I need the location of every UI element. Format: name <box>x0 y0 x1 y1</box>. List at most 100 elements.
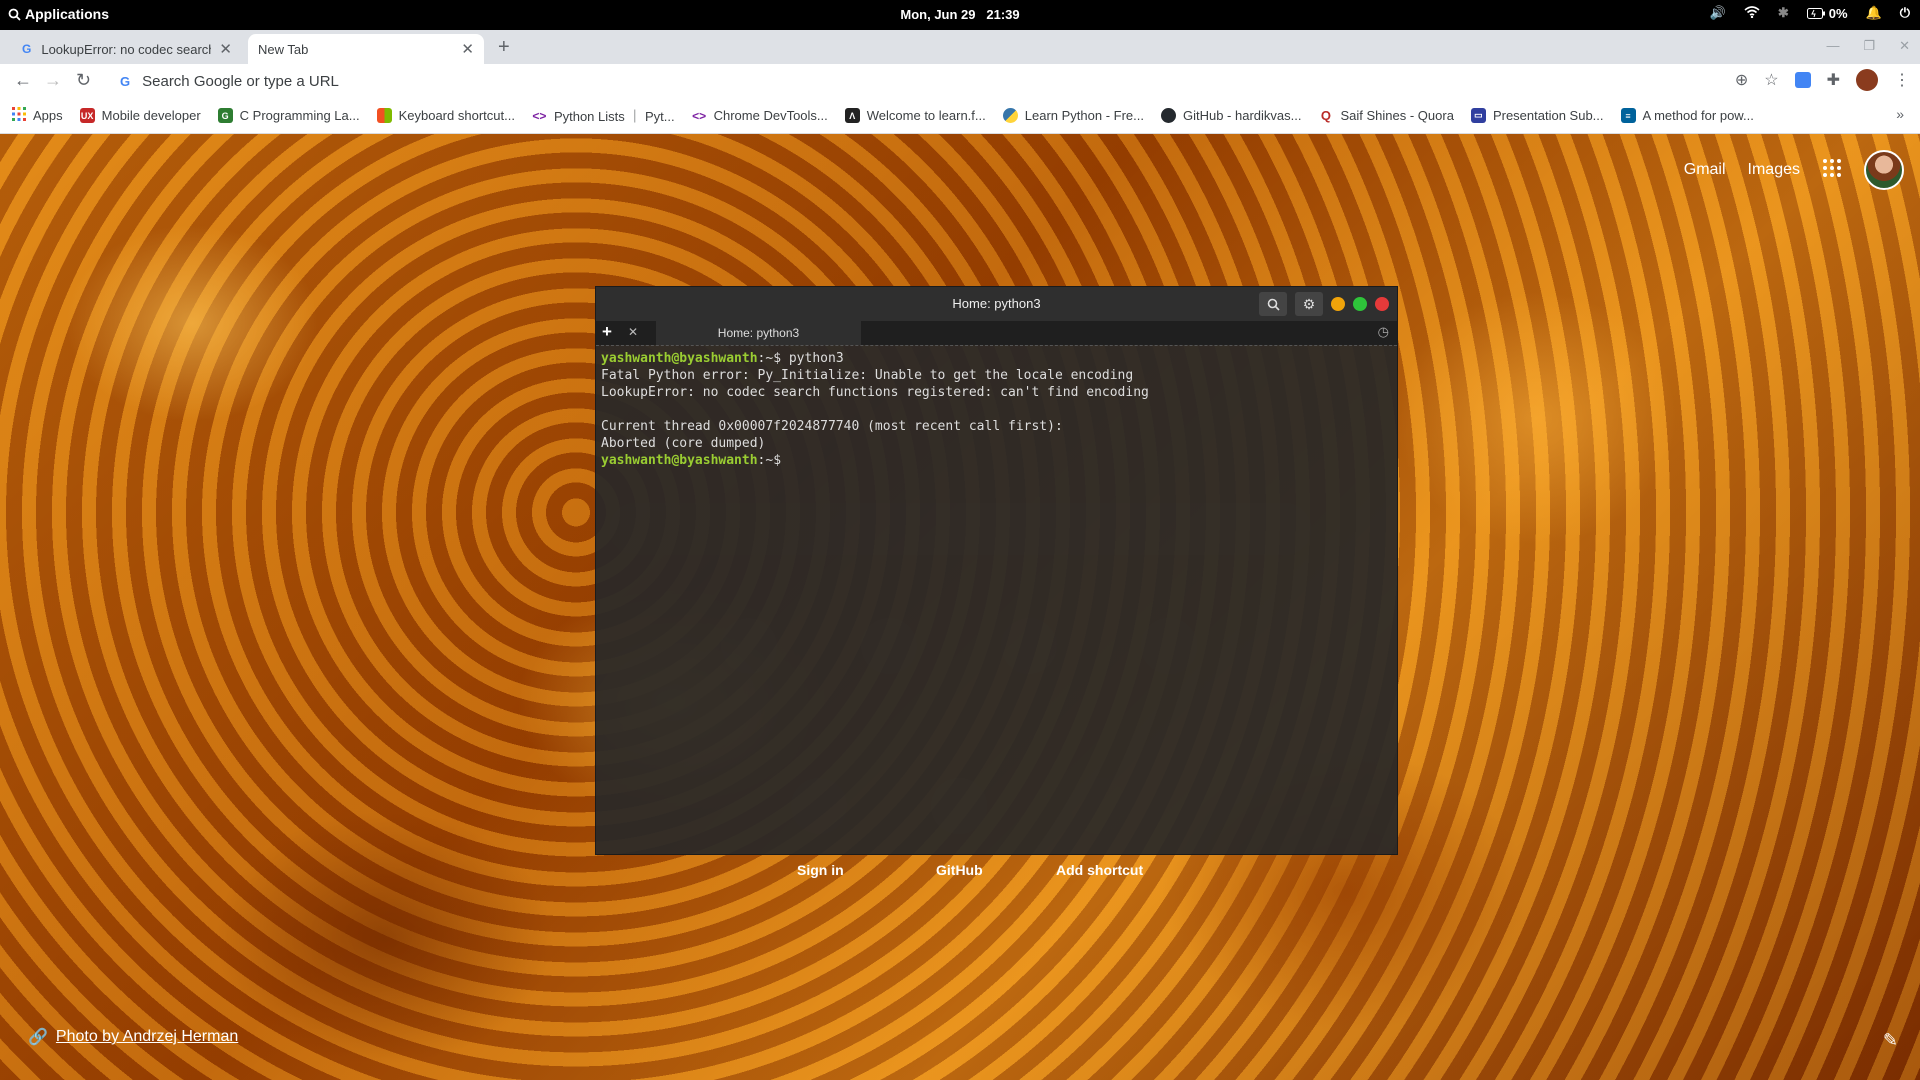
bookmark-chrome-devtools[interactable]: <> Chrome DevTools... <box>692 108 828 123</box>
bookmark-python-lists[interactable]: <> Python Lists ｜ Pyt... <box>532 106 675 125</box>
restore-icon[interactable]: ❐ <box>1863 38 1875 54</box>
terminal-output[interactable]: yashwanth@byashwanth:~$ python3 Fatal Py… <box>596 345 1397 473</box>
bookmark-c-programming[interactable]: G C Programming La... <box>217 108 360 123</box>
bookmark-quora[interactable]: Q Saif Shines - Quora <box>1318 108 1454 123</box>
wifi-icon[interactable] <box>1744 5 1760 21</box>
sg-icon: G <box>217 108 233 123</box>
chevron-more-icon[interactable]: » <box>1896 106 1904 122</box>
bookmark-label: Saif Shines - Quora <box>1340 108 1454 123</box>
system-tray: 🔊 ✱ 0% 🔔 ⏻ <box>1710 5 1910 21</box>
learn-icon: Λ <box>844 108 860 123</box>
bluetooth-off-icon[interactable]: ✱ <box>1778 5 1789 21</box>
shortcut-add[interactable]: Add shortcut <box>1056 862 1143 878</box>
battery-indicator[interactable]: 0% <box>1806 5 1848 21</box>
tab-lookuperror[interactable]: G LookupError: no codec search f ✕ <box>12 34 242 64</box>
tab-title: LookupError: no codec search f <box>41 41 212 57</box>
bookmark-learn-python[interactable]: Learn Python - Fre... <box>1002 108 1144 123</box>
ieee-icon: ≡ <box>1620 108 1636 123</box>
images-link[interactable]: Images <box>1748 161 1800 179</box>
time-text: 21:39 <box>986 7 1020 22</box>
close-terminal-tab-icon[interactable]: ✕ <box>628 325 638 339</box>
bookmark-label: Chrome DevTools... <box>713 108 828 123</box>
output-line: Current thread 0x00007f2024877740 (most … <box>601 419 1063 434</box>
bookmark-label: Apps <box>33 108 63 123</box>
bookmark-apps[interactable]: Apps <box>12 107 63 124</box>
gmail-link[interactable]: Gmail <box>1684 161 1726 179</box>
close-window-icon[interactable]: ✕ <box>1899 38 1910 54</box>
power-icon[interactable]: ⏻ <box>1900 5 1910 21</box>
close-tab-icon[interactable]: ✕ <box>461 40 474 58</box>
tab-new-tab[interactable]: New Tab ✕ <box>248 34 484 64</box>
minimize-dot-icon[interactable] <box>1331 297 1345 311</box>
microsoft-icon <box>376 108 392 123</box>
clock[interactable]: Mon, Jun 29 21:39 <box>0 7 1920 22</box>
terminal-title: Home: python3 <box>952 296 1041 311</box>
window-controls: — ❐ ✕ <box>1826 38 1910 54</box>
prompt-user: yashwanth@byashwanth <box>601 351 758 366</box>
terminal-settings-gear-icon[interactable]: ⚙ <box>1295 292 1323 316</box>
prompt-user: yashwanth@byashwanth <box>601 453 758 468</box>
address-placeholder: Search Google or type a URL <box>142 72 339 90</box>
google-g-icon: G <box>120 73 131 89</box>
account-avatar[interactable] <box>1864 150 1904 190</box>
minimize-icon[interactable]: — <box>1826 38 1839 54</box>
output-line: Fatal Python error: Py_Initialize: Unabl… <box>601 368 1134 383</box>
shortcut-github[interactable]: GitHub <box>936 862 983 878</box>
terminal-tab[interactable]: Home: python3 <box>656 321 861 345</box>
address-bar[interactable]: G Search Google or type a URL <box>110 67 1770 95</box>
bookmark-label: Mobile developer <box>101 108 201 123</box>
notification-bell-icon[interactable]: 🔔 <box>1866 5 1882 21</box>
volume-icon[interactable]: 🔊 <box>1710 5 1726 21</box>
forward-arrow-icon[interactable]: → <box>44 70 62 91</box>
bookmark-welcome-learn[interactable]: Λ Welcome to learn.f... <box>844 108 986 123</box>
output-line: LookupError: no codec search functions r… <box>601 385 1149 400</box>
bookmark-presentation[interactable]: ▭ Presentation Sub... <box>1470 108 1604 123</box>
profile-avatar-icon[interactable] <box>1856 69 1878 91</box>
battery-icon <box>1806 7 1825 19</box>
bookmark-github[interactable]: GitHub - hardikvas... <box>1160 108 1302 123</box>
date-text: Mon, Jun 29 <box>900 7 976 22</box>
bookmark-ieee-method[interactable]: ≡ A method for pow... <box>1620 108 1754 123</box>
translate-extension-icon[interactable] <box>1794 72 1811 88</box>
toolbar-actions: ⊕ ☆ ✚ ⋮ <box>1735 69 1910 91</box>
reload-icon[interactable]: ↻ <box>76 70 91 91</box>
add-terminal-tab-icon[interactable]: + <box>602 322 612 342</box>
bookmark-label: Python Lists ｜ Pyt... <box>553 109 675 124</box>
customize-pencil-icon[interactable]: ✎ <box>1883 1030 1898 1051</box>
apps-grid-icon <box>12 107 26 124</box>
bookmark-label: A method for pow... <box>1642 108 1754 123</box>
terminal-window[interactable]: Home: python3 ⚙ + ✕ Home: python3 ◷ yash… <box>595 286 1398 855</box>
zoom-icon[interactable]: ⊕ <box>1735 70 1748 90</box>
new-tab-plus-icon[interactable]: + <box>498 36 510 59</box>
tab-strip: G LookupError: no codec search f ✕ New T… <box>0 30 1920 64</box>
bookmark-label: GitHub - hardikvas... <box>1182 108 1302 123</box>
photo-credit: 🔗 Photo by Andrzej Herman <box>28 1027 238 1047</box>
extensions-puzzle-icon[interactable]: ✚ <box>1827 70 1840 90</box>
battery-percent: 0% <box>1828 5 1848 21</box>
link-icon: 🔗 <box>28 1029 48 1046</box>
back-arrow-icon[interactable]: ← <box>14 70 32 91</box>
history-icon[interactable]: ◷ <box>1378 324 1389 340</box>
google-favicon-icon: G <box>22 42 32 56</box>
google-apps-grid-icon[interactable] <box>1822 158 1842 183</box>
menu-kebab-icon[interactable]: ⋮ <box>1894 70 1910 90</box>
code-icon: <> <box>532 108 547 123</box>
shortcut-sign-in[interactable]: Sign in <box>797 862 844 878</box>
bookmarks-bar: Apps UX Mobile developer G C Programming L… <box>0 98 1920 134</box>
code-icon: <> <box>692 108 707 123</box>
tab-title: New Tab <box>258 41 309 57</box>
bookmark-keyboard-shortcuts[interactable]: Keyboard shortcut... <box>376 108 515 123</box>
python-icon <box>1002 108 1018 123</box>
bookmark-star-icon[interactable]: ☆ <box>1764 70 1778 90</box>
bookmark-label: Presentation Sub... <box>1492 108 1604 123</box>
close-dot-icon[interactable] <box>1375 297 1389 311</box>
maximize-dot-icon[interactable] <box>1353 297 1367 311</box>
ux-icon: UX <box>79 108 95 123</box>
bookmark-mobile-developer[interactable]: UX Mobile developer <box>79 108 201 123</box>
terminal-tab-bar: + ✕ Home: python3 ◷ <box>596 321 1397 345</box>
close-tab-icon[interactable]: ✕ <box>219 40 232 58</box>
bookmark-label: Learn Python - Fre... <box>1024 108 1144 123</box>
photo-credit-link[interactable]: Photo by Andrzej Herman <box>56 1028 238 1046</box>
terminal-titlebar[interactable]: Home: python3 ⚙ <box>596 287 1397 321</box>
terminal-search-icon[interactable] <box>1259 292 1287 316</box>
